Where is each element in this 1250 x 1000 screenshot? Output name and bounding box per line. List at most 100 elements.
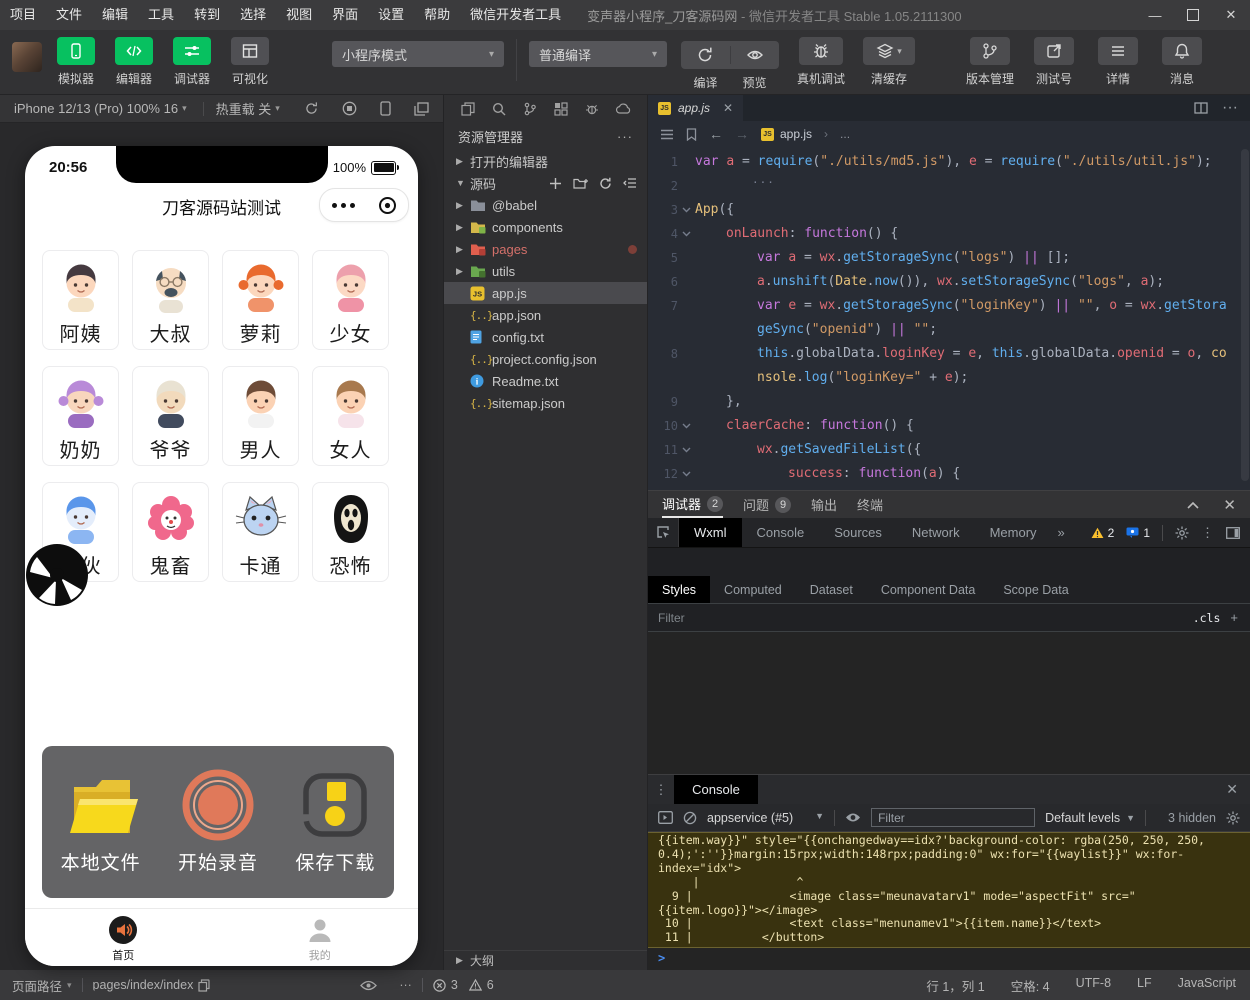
avatar-card-奶奶[interactable]: 奶奶 (42, 366, 119, 466)
devtools-tab-sources[interactable]: Sources (819, 518, 897, 547)
new-style-rule-icon[interactable]: + (1230, 610, 1238, 625)
file-tree-item-@babel[interactable]: ▶ @babel (444, 194, 647, 216)
panel-button-save[interactable]: 保存下载 (277, 769, 394, 875)
avatar-card-恐怖[interactable]: 恐怖 (312, 482, 389, 582)
new-folder-icon[interactable] (573, 177, 588, 190)
cls-toggle[interactable]: .cls (1193, 611, 1221, 625)
more-tabs-icon[interactable]: » (1052, 518, 1071, 547)
wxml-tree-area[interactable] (648, 548, 1250, 576)
multi-window-icon[interactable] (414, 101, 429, 116)
collapse-panel-icon[interactable] (1187, 501, 1199, 509)
menu-item[interactable]: 工具 (138, 0, 184, 30)
toolbar-bell-button[interactable]: 消息 (1154, 37, 1210, 87)
devtools-menu-icon[interactable]: ⋮ (1201, 525, 1214, 541)
issues-indicator[interactable]: 1 (1126, 526, 1150, 540)
devtools-tab-console[interactable]: Console (742, 518, 820, 547)
menu-item[interactable]: 设置 (368, 0, 414, 30)
refresh-icon[interactable] (684, 41, 726, 69)
music-disc-icon[interactable] (25, 543, 89, 607)
toolbar-branch-button[interactable]: 版本管理 (962, 37, 1018, 87)
panel-button-folder[interactable]: 本地文件 (42, 769, 159, 875)
toolbar-external-button[interactable]: 测试号 (1026, 37, 1082, 87)
warnings-indicator[interactable]: 2 (1091, 526, 1114, 540)
console-filter-input[interactable]: Filter (871, 808, 1036, 827)
avatar-card-阿姨[interactable]: 阿姨 (42, 250, 119, 350)
phone-tab-首页[interactable]: 首页 (25, 909, 222, 966)
refresh-explorer-icon[interactable] (599, 177, 612, 190)
mode-select[interactable]: 小程序模式 ▾ (332, 41, 504, 67)
log-levels-select[interactable]: Default levels ▼ (1045, 811, 1135, 825)
devtools-tab-memory[interactable]: Memory (975, 518, 1052, 547)
menu-item[interactable]: 界面 (322, 0, 368, 30)
styles-content-area[interactable] (648, 632, 1250, 774)
exit-target-icon[interactable] (378, 196, 397, 215)
avatar-card-爷爷[interactable]: 爷爷 (132, 366, 209, 466)
device-select[interactable]: iPhone 12/13 (Pro) 100% 16 ▾ (14, 101, 191, 116)
hidden-messages-count[interactable]: 3 hidden (1168, 811, 1216, 825)
file-tree-item-sitemap.json[interactable]: {..} sitemap.json (444, 392, 647, 414)
breadcrumb-more[interactable]: ... (840, 127, 850, 141)
open-editors-section[interactable]: ▶ 打开的编辑器 (444, 150, 647, 172)
debugger-panel-tab-问题[interactable]: 问题 9 (743, 491, 792, 518)
breadcrumb-file[interactable]: JS app.js (761, 127, 812, 141)
hot-reload-toggle[interactable]: 热重载 关 ▾ (216, 99, 284, 118)
debugger-panel-tab-调试器[interactable]: 调试器 2 (662, 491, 724, 518)
avatar-card-女人[interactable]: 女人 (312, 366, 389, 466)
clear-console-icon[interactable] (683, 811, 697, 825)
eye-live-expression-icon[interactable] (845, 812, 861, 823)
bookmark-icon[interactable] (686, 127, 697, 141)
git-branch-icon[interactable] (523, 102, 537, 116)
more-icon[interactable] (331, 202, 355, 208)
explorer-more-icon[interactable]: ··· (617, 129, 633, 144)
status-item[interactable]: JavaScript (1178, 976, 1236, 995)
file-tree-item-utils[interactable]: ▶ utils (444, 260, 647, 282)
outline-list-icon[interactable] (660, 129, 674, 140)
dock-side-icon[interactable] (1226, 526, 1240, 539)
console-prompt[interactable]: > (648, 948, 1250, 970)
avatar-card-大叔[interactable]: 大叔 (132, 250, 209, 350)
file-tree-item-config.txt[interactable]: config.txt (444, 326, 647, 348)
menu-item[interactable]: 帮助 (414, 0, 460, 30)
styles-tab-dataset[interactable]: Dataset (796, 576, 867, 603)
file-tree-item-app.json[interactable]: {..} app.json (444, 304, 647, 326)
collapse-all-icon[interactable] (623, 177, 637, 189)
avatar-card-男人[interactable]: 男人 (222, 366, 299, 466)
fold-hint[interactable]: ··· (752, 171, 775, 195)
new-file-icon[interactable] (549, 177, 562, 190)
menu-item[interactable]: 文件 (46, 0, 92, 30)
code-editor[interactable]: ··· 1 var a = require("./utils/md5.js"), … (648, 147, 1250, 490)
device-frame-icon[interactable] (380, 101, 391, 116)
devtools-settings-gear-icon[interactable] (1175, 526, 1189, 540)
avatar-card-萝莉[interactable]: 萝莉 (222, 250, 299, 350)
styles-tab-scope-data[interactable]: Scope Data (989, 576, 1082, 603)
status-item[interactable]: UTF-8 (1076, 976, 1111, 995)
cloud-icon[interactable] (615, 103, 631, 114)
extensions-icon[interactable] (553, 101, 568, 116)
debugger-panel-tab-终端[interactable]: 终端 (857, 491, 883, 518)
toolbar-code-button[interactable]: 编辑器 (110, 37, 158, 87)
maximize-button[interactable] (1174, 0, 1212, 30)
eye-icon[interactable] (734, 41, 776, 69)
debugger-panel-tab-输出[interactable]: 输出 (811, 491, 837, 518)
menu-item[interactable]: 编辑 (92, 0, 138, 30)
styles-filter-input[interactable]: Filter (648, 611, 685, 625)
drawer-menu-icon[interactable]: ⋮ (648, 775, 674, 804)
refresh-sim-icon[interactable] (304, 101, 319, 116)
file-tree-item-Readme.txt[interactable]: i Readme.txt (444, 370, 647, 392)
avatar-card-鬼畜[interactable]: 鬼畜 (132, 482, 209, 582)
compile-mode-select[interactable]: 普通编译 ▾ (529, 41, 667, 67)
console-settings-gear-icon[interactable] (1226, 811, 1240, 825)
split-editor-icon[interactable] (1194, 102, 1208, 114)
console-warning-message[interactable]: {{item.way}}" style="{{onchangedway==idx… (648, 832, 1250, 949)
close-tab-icon[interactable]: ✕ (723, 101, 733, 115)
fold-chevron-icon[interactable] (678, 222, 695, 246)
editor-more-icon[interactable]: ··· (1222, 99, 1238, 117)
nav-back-icon[interactable]: ← (709, 126, 723, 142)
source-section[interactable]: ▼ 源码 (444, 172, 647, 194)
menu-item[interactable]: 项目 (0, 0, 46, 30)
panel-button-record[interactable]: 开始录音 (159, 769, 276, 875)
menu-item[interactable]: 视图 (276, 0, 322, 30)
toolbar-sliders-button[interactable]: 调试器 (168, 37, 216, 87)
copy-path-icon[interactable] (198, 978, 210, 992)
file-tree-item-pages[interactable]: ▶ pages (444, 238, 647, 260)
